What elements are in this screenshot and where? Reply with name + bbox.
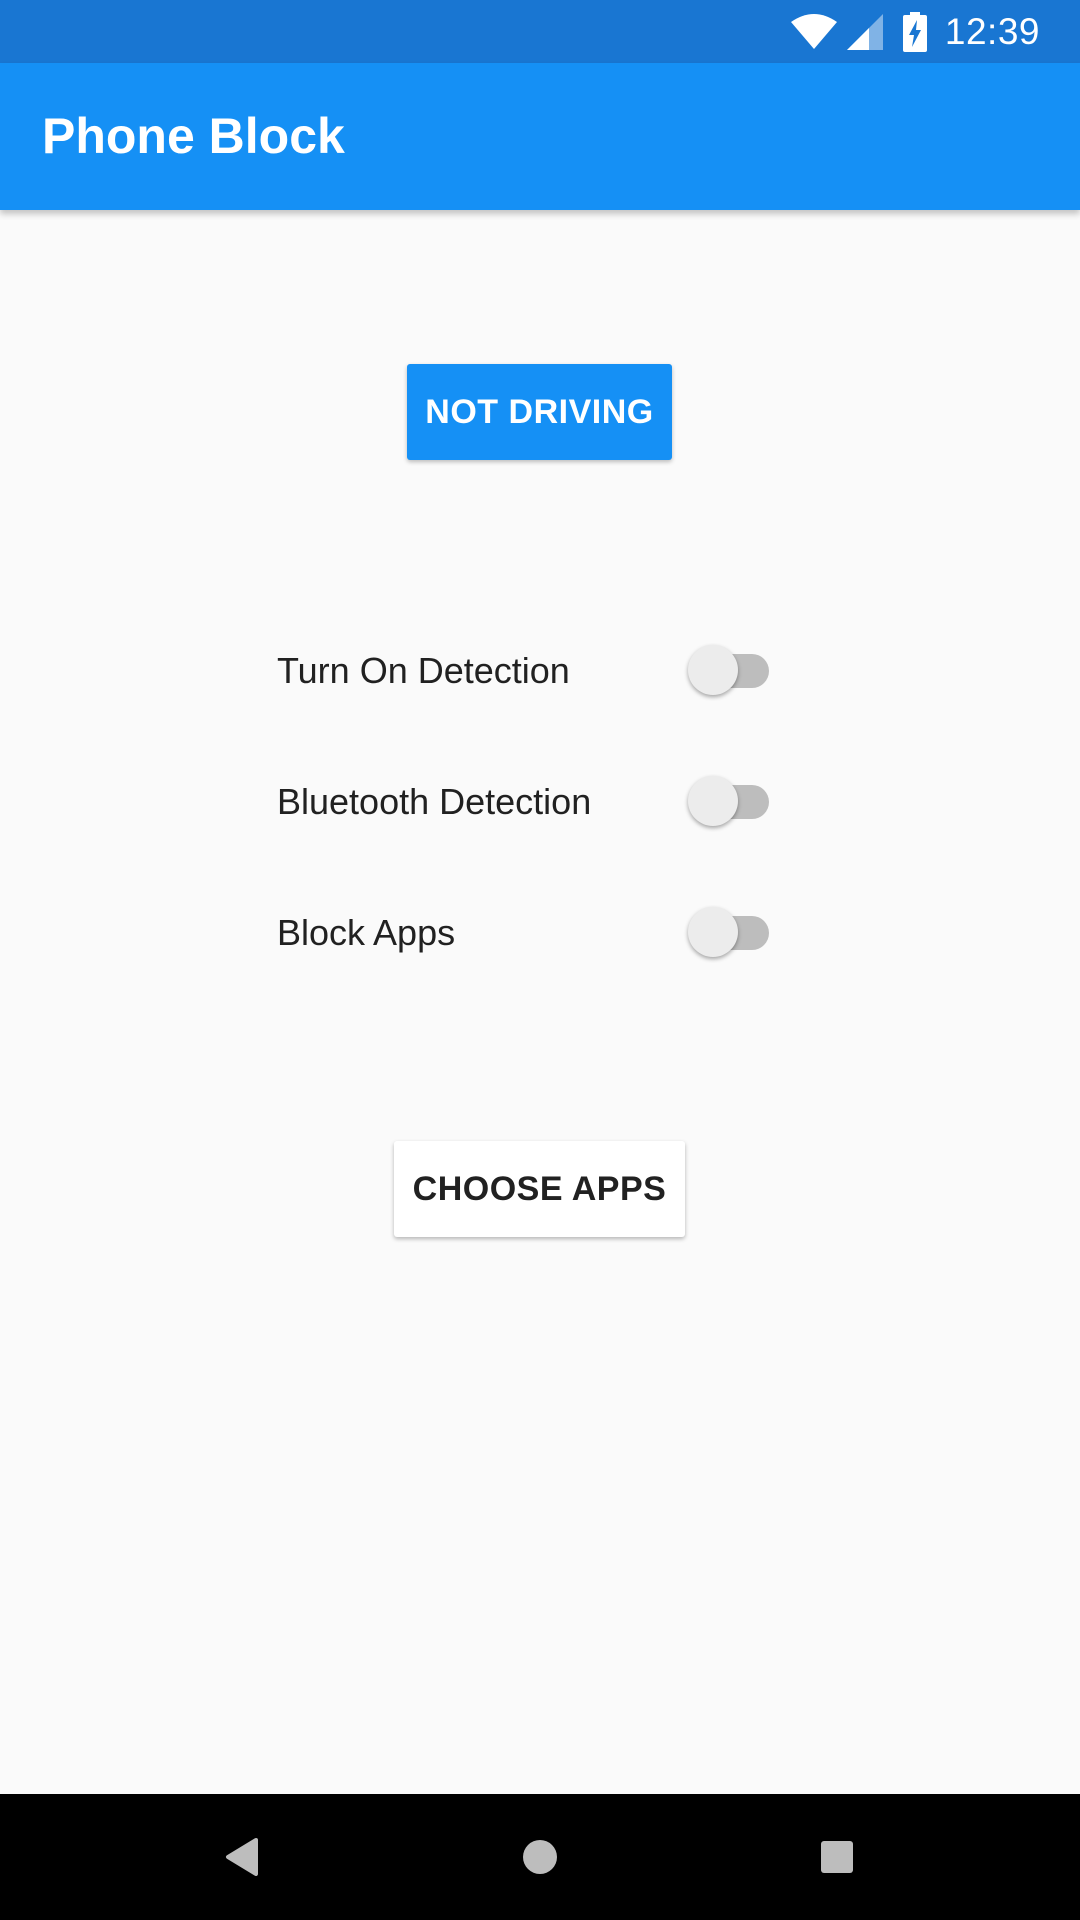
home-button[interactable] bbox=[510, 1827, 570, 1887]
not-driving-button[interactable]: NOT DRIVING bbox=[407, 364, 672, 460]
battery-charging-icon bbox=[902, 11, 927, 52]
setting-row-turn-on-detection: Turn On Detection bbox=[277, 636, 777, 706]
setting-row-block-apps: Block Apps bbox=[277, 898, 777, 968]
choose-apps-button[interactable]: CHOOSE APPS bbox=[394, 1141, 685, 1237]
switch-thumb bbox=[688, 645, 738, 695]
switch-thumb bbox=[688, 907, 738, 957]
navigation-bar bbox=[0, 1794, 1080, 1920]
turn-on-detection-switch[interactable] bbox=[687, 645, 777, 696]
wifi-icon bbox=[790, 13, 837, 50]
bluetooth-detection-switch[interactable] bbox=[687, 776, 777, 827]
turn-on-detection-label: Turn On Detection bbox=[277, 650, 570, 691]
setting-row-bluetooth-detection: Bluetooth Detection bbox=[277, 767, 777, 837]
back-icon bbox=[226, 1838, 258, 1876]
block-apps-label: Block Apps bbox=[277, 912, 456, 953]
app-bar: Phone Block bbox=[0, 63, 1080, 210]
cell-signal-icon bbox=[846, 13, 883, 50]
back-button[interactable] bbox=[212, 1827, 272, 1887]
recents-icon bbox=[821, 1841, 853, 1873]
status-icons: 12:39 bbox=[790, 0, 1040, 63]
home-icon bbox=[523, 1840, 557, 1874]
bluetooth-detection-label: Bluetooth Detection bbox=[277, 781, 592, 822]
status-bar: 12:39 bbox=[0, 0, 1080, 63]
switch-thumb bbox=[688, 776, 738, 826]
block-apps-switch[interactable] bbox=[687, 907, 777, 958]
app-title: Phone Block bbox=[42, 108, 345, 164]
recents-button[interactable] bbox=[807, 1827, 867, 1887]
status-time: 12:39 bbox=[944, 10, 1040, 52]
